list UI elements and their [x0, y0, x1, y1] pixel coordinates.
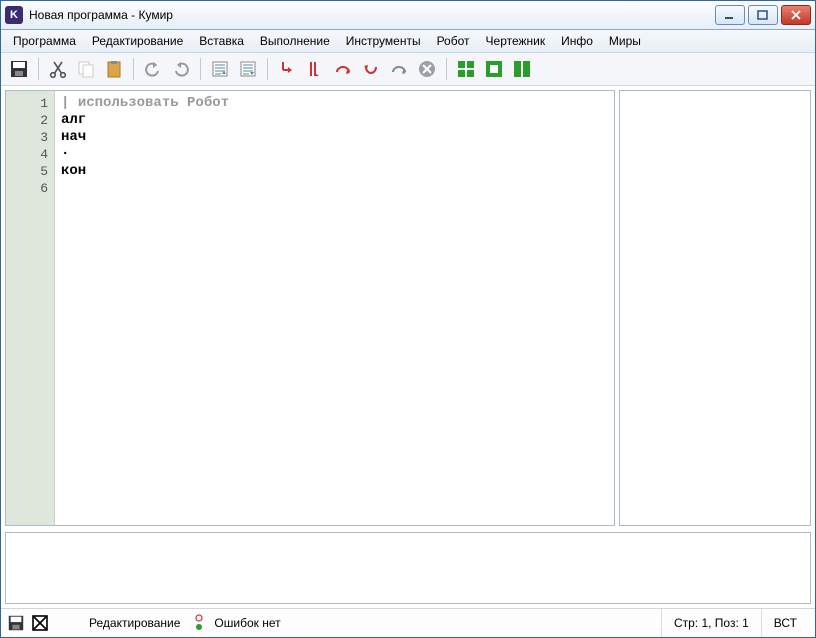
code-comment: использовать Робот [78, 95, 229, 111]
status-errors: Ошибок нет [214, 616, 280, 630]
remove-block-icon[interactable] [236, 57, 260, 81]
gutter-line: 3 [6, 129, 48, 146]
gutter-line: 1 [6, 95, 48, 112]
status-bar: Редактирование Ошибок нет Стр: 1, Поз: 1… [1, 608, 815, 637]
cut-icon[interactable] [46, 57, 70, 81]
stop-icon[interactable] [415, 57, 439, 81]
code-editor[interactable]: 1 2 3 4 5 6 | использовать Робот алг нач… [5, 90, 615, 526]
gutter-line: 6 [6, 180, 48, 197]
menu-tools[interactable]: Инструменты [338, 31, 429, 51]
toolbar-separator [200, 58, 201, 80]
menu-edit[interactable]: Редактирование [84, 31, 191, 51]
maximize-button[interactable] [748, 5, 778, 25]
run-continuous-icon[interactable] [303, 57, 327, 81]
step-into-icon[interactable] [359, 57, 383, 81]
gutter-line: 2 [6, 112, 48, 129]
code-line: · [61, 146, 69, 162]
title-bar: K Новая программа - Кумир [1, 1, 815, 30]
toolbar-separator [38, 58, 39, 80]
menu-worlds[interactable]: Миры [601, 31, 649, 51]
menu-insert[interactable]: Вставка [191, 31, 252, 51]
gutter-line: 5 [6, 163, 48, 180]
code-line: кон [61, 163, 86, 179]
redo-icon[interactable] [169, 57, 193, 81]
app-icon: K [5, 6, 23, 24]
gutter-line: 4 [6, 146, 48, 163]
minimize-button[interactable] [715, 5, 745, 25]
toolbar-separator [446, 58, 447, 80]
run-regular-icon[interactable] [275, 57, 299, 81]
app-window: K Новая программа - Кумир Программа Реда… [0, 0, 816, 638]
world-wall-icon[interactable] [482, 57, 506, 81]
copy-icon[interactable] [74, 57, 98, 81]
status-cursor: Стр: 1, Поз: 1 [661, 609, 761, 637]
output-panel[interactable] [5, 532, 811, 604]
toolbar-separator [267, 58, 268, 80]
save-status-icon [7, 614, 25, 632]
content-area: 1 2 3 4 5 6 | использовать Робот алг нач… [1, 86, 815, 608]
run-to-cursor-icon[interactable] [387, 57, 411, 81]
menu-drawer[interactable]: Чертежник [478, 31, 554, 51]
menu-run[interactable]: Выполнение [252, 31, 338, 51]
window-title: Новая программа - Кумир [29, 8, 715, 22]
side-panel [619, 90, 811, 526]
status-insert-mode: ВСТ [761, 609, 809, 637]
world-grid-icon[interactable] [454, 57, 478, 81]
line-gutter: 1 2 3 4 5 6 [6, 91, 55, 525]
toolbar [1, 53, 815, 86]
menu-robot[interactable]: Робот [429, 31, 478, 51]
editor-row: 1 2 3 4 5 6 | использовать Робот алг нач… [5, 90, 811, 526]
toolbar-separator [133, 58, 134, 80]
undo-icon[interactable] [141, 57, 165, 81]
menu-bar: Программа Редактирование Вставка Выполне… [1, 30, 815, 53]
step-over-icon[interactable] [331, 57, 355, 81]
paste-icon[interactable] [102, 57, 126, 81]
code-line: алг [61, 112, 86, 128]
code-area[interactable]: | использовать Робот алг нач · кон [55, 91, 614, 525]
save-icon[interactable] [7, 57, 31, 81]
code-line: нач [61, 129, 86, 145]
insert-block-icon[interactable] [208, 57, 232, 81]
close-button[interactable] [781, 5, 811, 25]
window-controls [715, 5, 811, 25]
traffic-light-icon [194, 613, 204, 633]
status-mode: Редактирование [89, 616, 180, 630]
menu-program[interactable]: Программа [5, 31, 84, 51]
menu-info[interactable]: Инфо [553, 31, 601, 51]
world-full-icon[interactable] [510, 57, 534, 81]
modified-status-icon [31, 614, 49, 632]
status-left [7, 614, 49, 632]
